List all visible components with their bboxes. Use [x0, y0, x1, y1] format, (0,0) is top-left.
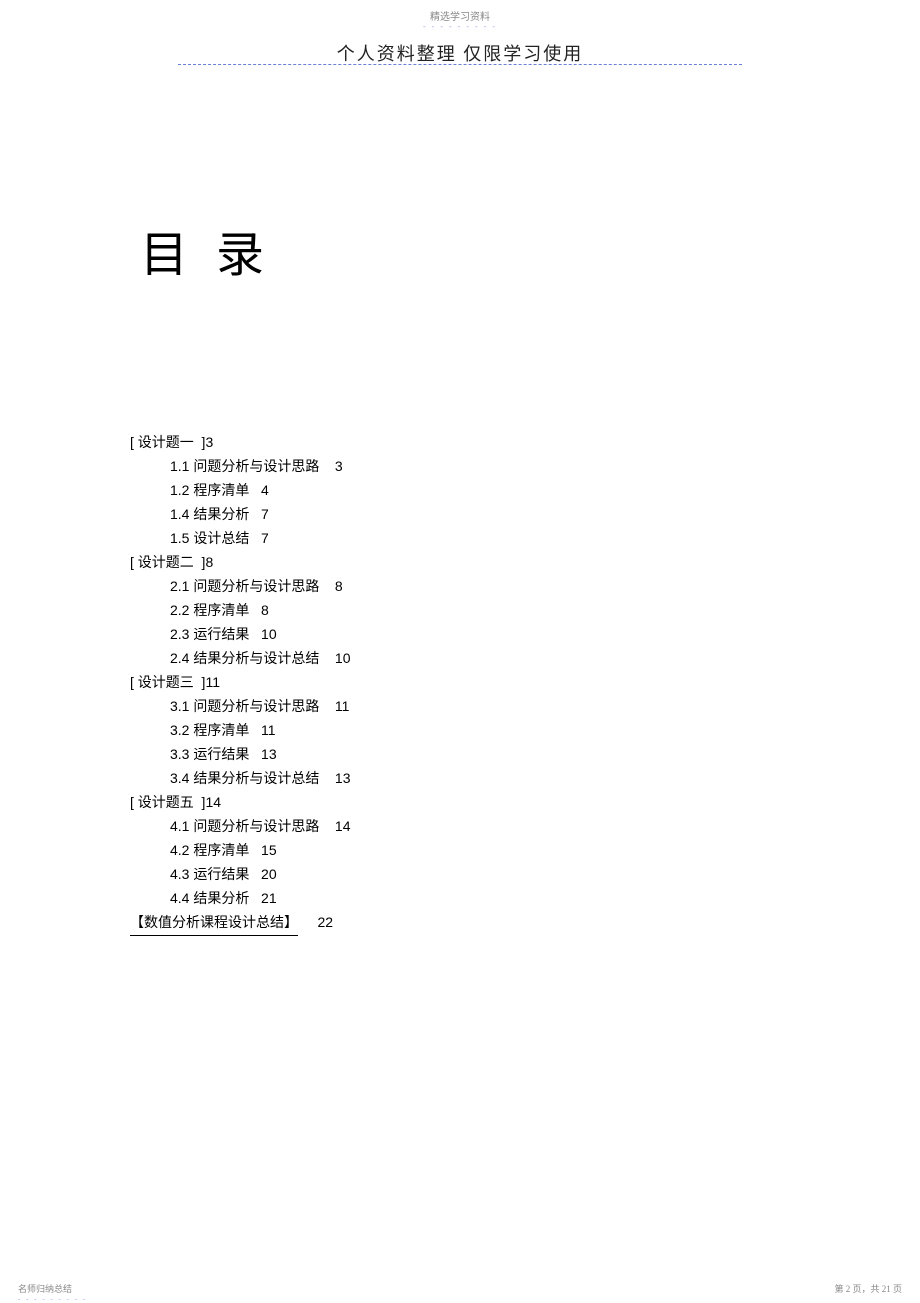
toc-item: 3.4 结果分析与设计总结 13	[130, 766, 351, 790]
toc-item-label: 1.2 程序清单	[170, 482, 249, 498]
footer-right: 第 2 页，共 21 页	[834, 1282, 902, 1295]
toc-item-page: 10	[335, 650, 351, 666]
toc-item: 4.1 问题分析与设计思路 14	[130, 814, 351, 838]
toc-item-label: 3.4 结果分析与设计总结	[170, 770, 319, 786]
toc-item-label: 4.4 结果分析	[170, 890, 249, 906]
toc-item-label: 3.2 程序清单	[170, 722, 249, 738]
toc-item-label: 4.3 运行结果	[170, 866, 249, 882]
toc-item: 4.4 结果分析 21	[130, 886, 351, 910]
toc-item-label: 4.1 问题分析与设计思路	[170, 818, 319, 834]
page-header: 个人资料整理 仅限学习使用	[0, 40, 920, 66]
toc-item-label: 3.1 问题分析与设计思路	[170, 698, 319, 714]
toc-item-label: 2.1 问题分析与设计思路	[170, 578, 319, 594]
toc-item-page: 14	[335, 818, 351, 834]
toc-item: 4.2 程序清单 15	[130, 838, 351, 862]
toc-summary-page: 22	[317, 914, 333, 930]
toc-item: 1.1 问题分析与设计思路 3	[130, 454, 351, 478]
page-title: 目 录	[140, 215, 272, 285]
toc-item: 1.4 结果分析 7	[130, 502, 351, 526]
toc-item-page: 8	[335, 578, 343, 594]
page-header-text: 个人资料整理 仅限学习使用	[337, 40, 584, 66]
toc-item-page: 3	[335, 458, 343, 474]
toc-item-label: 2.4 结果分析与设计总结	[170, 650, 319, 666]
toc-item-label: 2.2 程序清单	[170, 602, 249, 618]
toc-item-page: 13	[261, 746, 277, 762]
toc-summary: 【数值分析课程设计总结】 22	[130, 910, 351, 936]
toc-item: 2.4 结果分析与设计总结 10	[130, 646, 351, 670]
toc-heading: [ 设计题一 ]3	[130, 430, 351, 454]
toc-item-page: 21	[261, 890, 277, 906]
footer-left-dashes: - - - - - - - - -	[18, 1295, 87, 1303]
toc-item-label: 1.4 结果分析	[170, 506, 249, 522]
toc-item: 3.1 问题分析与设计思路 11	[130, 694, 351, 718]
toc-item-page: 15	[261, 842, 277, 858]
toc-item: 3.2 程序清单 11	[130, 718, 351, 742]
toc-heading: [ 设计题二 ]8	[130, 550, 351, 574]
watermark-top: 精选学习资料	[0, 8, 920, 23]
toc-item-label: 1.1 问题分析与设计思路	[170, 458, 319, 474]
toc-item: 3.3 运行结果 13	[130, 742, 351, 766]
toc-item-page: 8	[261, 602, 269, 618]
toc-item-page: 11	[261, 722, 276, 738]
toc-summary-label: 【数值分析课程设计总结】	[130, 914, 298, 930]
toc-item: 2.1 问题分析与设计思路 8	[130, 574, 351, 598]
toc-heading: [ 设计题三 ]11	[130, 670, 351, 694]
table-of-contents: [ 设计题一 ]3 1.1 问题分析与设计思路 3 1.2 程序清单 4 1.4…	[130, 430, 351, 936]
toc-item: 4.3 运行结果 20	[130, 862, 351, 886]
toc-item: 2.3 运行结果 10	[130, 622, 351, 646]
toc-item-label: 1.5 设计总结	[170, 530, 249, 546]
watermark-top-dashes: - - - - - - - - -	[423, 22, 497, 31]
toc-item-page: 7	[261, 506, 269, 522]
toc-item: 2.2 程序清单 8	[130, 598, 351, 622]
toc-heading: [ 设计题五 ]14	[130, 790, 351, 814]
toc-item-page: 10	[261, 626, 277, 642]
toc-item-label: 2.3 运行结果	[170, 626, 249, 642]
toc-item-page: 4	[261, 482, 269, 498]
toc-item-label: 4.2 程序清单	[170, 842, 249, 858]
toc-item-page: 11	[335, 698, 350, 714]
toc-item-label: 3.3 运行结果	[170, 746, 249, 762]
footer-left: 名师归纳总结	[18, 1282, 72, 1295]
page-header-underline	[178, 64, 742, 65]
toc-item-page: 13	[335, 770, 351, 786]
toc-item: 1.2 程序清单 4	[130, 478, 351, 502]
toc-item-page: 7	[261, 530, 269, 546]
toc-item: 1.5 设计总结 7	[130, 526, 351, 550]
toc-item-page: 20	[261, 866, 277, 882]
